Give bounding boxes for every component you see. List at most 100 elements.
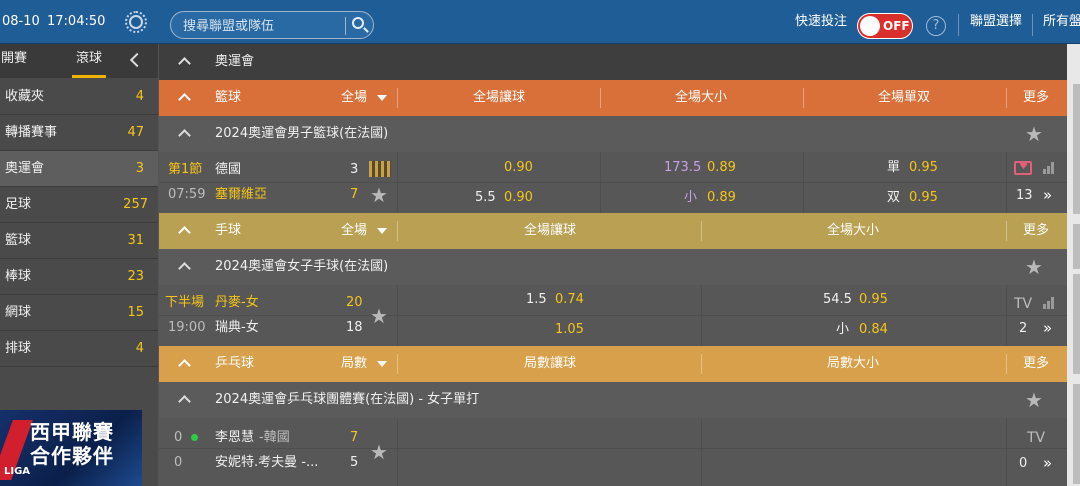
more-markets-link[interactable]: 更多 [1023, 213, 1049, 249]
column-divider [1006, 285, 1007, 346]
match-clock: 19:00 [168, 320, 206, 335]
sidebar-item-soccer[interactable]: 足球 257 [0, 187, 158, 223]
favorite-star-icon[interactable]: ★ [1025, 124, 1043, 144]
collapse-icon[interactable] [178, 359, 191, 372]
sidebar-item-label: 網球 [5, 305, 32, 320]
stats-icon[interactable] [1043, 162, 1055, 174]
section-header[interactable]: 奧運會 [159, 44, 1067, 80]
scrollbar[interactable] [1067, 44, 1080, 486]
collapse-icon[interactable] [178, 57, 191, 70]
sidebar-item-label: 奧運會 [5, 161, 45, 176]
chevron-down-icon[interactable] [377, 361, 387, 367]
period-select[interactable]: 局數 [341, 346, 367, 382]
handicap-away-odds[interactable]: 1.05 [555, 322, 584, 338]
banner-text: 合作夥伴 [30, 444, 114, 468]
search-box[interactable] [170, 11, 374, 39]
handicap-away-odds[interactable]: 0.90 [504, 190, 533, 206]
search-icon[interactable] [352, 17, 364, 29]
favorite-star-icon[interactable]: ★ [1025, 257, 1043, 277]
match-row: 0 0 李恩慧 -韓國 安妮特.考夫曼 -... 7 5 ★ TV 0 » [159, 418, 1067, 486]
period-select[interactable]: 全場 [341, 80, 367, 116]
section-title: 奧運會 [215, 54, 255, 69]
brightness-icon[interactable] [125, 11, 147, 33]
header-divider [1032, 14, 1033, 36]
chevron-down-icon[interactable] [377, 228, 387, 234]
sidebar-item-label: 棒球 [5, 269, 32, 284]
home-player: 李恩慧 [215, 430, 255, 445]
over-odds[interactable]: 0.95 [859, 292, 888, 308]
help-icon[interactable]: ? [926, 16, 946, 36]
sidebar-item-baseball[interactable]: 棒球 23 [0, 259, 158, 295]
stats-icon[interactable] [1043, 297, 1055, 309]
collapse-icon[interactable] [178, 129, 191, 142]
collapse-icon[interactable] [178, 226, 191, 239]
more-markets-link[interactable]: 更多 [1023, 346, 1049, 382]
sidebar-item-broadcast[interactable]: 轉播賽事 47 [0, 115, 158, 151]
laliga-partner-banner[interactable]: 西甲聯賽 合作夥伴 LIGA [0, 410, 142, 486]
double-chevron-right-icon[interactable]: » [1043, 187, 1052, 203]
sidebar-item-basketball[interactable]: 籃球 31 [0, 223, 158, 259]
league-select-button[interactable]: 聯盟選擇 [970, 0, 1022, 44]
sidebar-item-favorites[interactable]: 收藏夾 4 [0, 79, 158, 115]
chevron-down-icon[interactable] [377, 95, 387, 101]
sidebar-item-label: 排球 [5, 341, 32, 356]
column-divider [701, 285, 702, 346]
odd-odds[interactable]: 0.95 [909, 160, 938, 176]
tv-label[interactable]: TV [1014, 296, 1032, 312]
league-name: 2024奧運會乒乓球團體賽(在法國) - 女子單打 [215, 392, 480, 407]
serving-indicator-icon [191, 434, 198, 441]
collapse-icon[interactable] [178, 262, 191, 275]
sidebar-item-volleyball[interactable]: 排球 4 [0, 331, 158, 367]
away-team: 瑞典-女 [215, 320, 259, 335]
sport-name: 手球 [215, 223, 242, 238]
favorite-star-icon[interactable]: ★ [370, 442, 388, 462]
sidebar-item-count: 15 [127, 305, 144, 320]
handicap-home-odds[interactable]: 0.90 [504, 160, 533, 176]
league-row[interactable]: 2024奧運會男子籃球(在法國) ★ [159, 116, 1067, 152]
tv-label[interactable]: TV [1027, 430, 1045, 446]
odd-label: 單 [887, 160, 901, 175]
collapse-icon[interactable] [178, 93, 191, 106]
more-markets-link[interactable]: 更多 [1023, 80, 1049, 116]
column-header: 局數大小 [827, 356, 880, 371]
row-divider [159, 315, 1067, 316]
league-row[interactable]: 2024奧運會乒乓球團體賽(在法國) - 女子單打 ★ [159, 382, 1067, 418]
column-divider [1006, 152, 1007, 213]
handicap-home-odds[interactable]: 0.74 [555, 292, 584, 308]
collapse-sidebar-icon[interactable] [129, 52, 145, 68]
tab-prematch[interactable]: 開賽 [1, 44, 27, 78]
home-sets: 0 [174, 430, 183, 445]
under-odds[interactable]: 0.84 [859, 322, 888, 338]
header-divider [958, 14, 959, 36]
even-odds[interactable]: 0.95 [909, 190, 938, 206]
collapse-icon[interactable] [178, 395, 191, 408]
total-line: 173.5 [664, 160, 702, 175]
live-stream-icon[interactable] [1014, 161, 1032, 175]
match-period: 第1節 [168, 162, 203, 177]
double-chevron-right-icon[interactable]: » [1043, 320, 1052, 336]
search-input[interactable] [183, 16, 343, 36]
quick-bet-toggle[interactable]: OFF [857, 13, 913, 39]
sidebar-item-tennis[interactable]: 網球 15 [0, 295, 158, 331]
sidebar: 開賽 滾球 收藏夾 4 轉播賽事 47 奧運會 3 足球 257 籃球 31 棒… [0, 44, 158, 486]
away-score: 5 [350, 455, 359, 470]
under-odds[interactable]: 0.89 [707, 190, 736, 206]
favorite-star-icon[interactable]: ★ [370, 185, 388, 205]
toggle-knob [860, 16, 880, 36]
column-divider [1006, 418, 1007, 486]
over-odds[interactable]: 0.89 [707, 160, 736, 176]
tab-live[interactable]: 滾球 [72, 44, 106, 78]
favorite-star-icon[interactable]: ★ [1025, 390, 1043, 410]
scrollbar-segment [1073, 274, 1080, 374]
double-chevron-right-icon[interactable]: » [1043, 455, 1052, 471]
sport-name: 籃球 [215, 90, 242, 105]
sidebar-item-olympics[interactable]: 奧運會 3 [0, 151, 158, 187]
favorite-star-icon[interactable]: ★ [370, 306, 388, 326]
all-markets-button[interactable]: 所有盤 [1043, 0, 1080, 44]
row-divider [159, 182, 1067, 183]
period-select[interactable]: 全場 [341, 213, 367, 249]
column-header: 全場單双 [878, 90, 931, 105]
more-count: 0 [1019, 456, 1028, 471]
league-row[interactable]: 2024奧運會女子手球(在法國) ★ [159, 249, 1067, 285]
scrollbar-segment [1073, 84, 1080, 214]
